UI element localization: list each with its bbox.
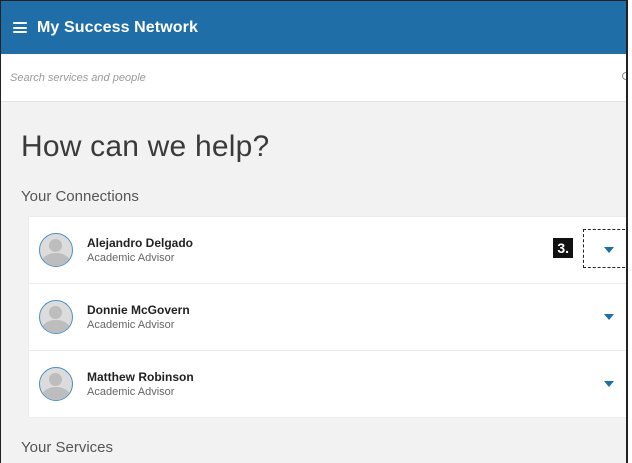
search-bar <box>1 54 626 102</box>
connection-text: Donnie McGovern Academic Advisor <box>87 303 190 332</box>
connection-text: Matthew Robinson Academic Advisor <box>87 370 194 399</box>
step-badge: 3. <box>553 238 573 258</box>
services-section-title: Your Services <box>21 439 113 456</box>
connection-name: Matthew Robinson <box>87 369 194 384</box>
chevron-down-icon[interactable] <box>604 381 614 387</box>
connections-section-title: Your Connections <box>21 188 139 205</box>
search-input[interactable] <box>8 70 572 85</box>
chevron-down-icon[interactable] <box>604 247 614 253</box>
connections-list: Alejandro Delgado Academic Advisor 3. Do… <box>29 217 626 417</box>
connection-item[interactable]: Matthew Robinson Academic Advisor <box>29 351 626 417</box>
connection-name: Alejandro Delgado <box>87 235 194 250</box>
search-icon[interactable] <box>622 72 626 80</box>
avatar-icon <box>39 300 73 334</box>
connection-text: Alejandro Delgado Academic Advisor <box>87 236 193 265</box>
avatar-icon <box>39 367 73 401</box>
app-title: My Success Network <box>37 18 198 36</box>
connection-role: Academic Advisor <box>87 385 175 398</box>
menu-icon[interactable] <box>13 22 27 33</box>
connection-item[interactable]: Donnie McGovern Academic Advisor <box>29 284 626 351</box>
page-title: How can we help? <box>21 130 270 163</box>
connection-role: Academic Advisor <box>87 251 175 264</box>
main-content: How can we help? Your Connections Alejan… <box>1 130 626 456</box>
connection-item[interactable]: Alejandro Delgado Academic Advisor 3. <box>29 217 626 284</box>
chevron-down-icon[interactable] <box>604 314 614 320</box>
connection-role: Academic Advisor <box>87 318 175 331</box>
avatar-icon <box>39 233 73 267</box>
app-window: My Success Network How can we help? Your… <box>0 0 628 463</box>
top-bar: My Success Network <box>1 1 626 54</box>
connection-name: Donnie McGovern <box>87 302 190 317</box>
